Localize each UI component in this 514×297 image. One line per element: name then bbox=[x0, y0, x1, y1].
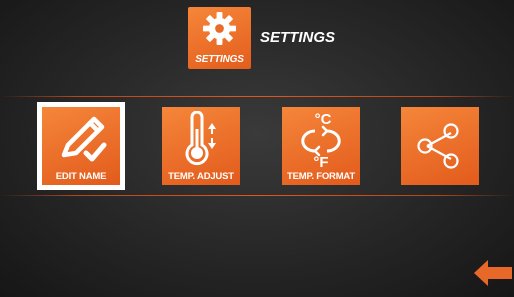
page-title: SETTINGS bbox=[260, 29, 336, 46]
temp-format-label: TEMP. FORMAT bbox=[287, 171, 355, 182]
top-divider bbox=[0, 96, 514, 97]
gear-icon bbox=[202, 11, 237, 46]
svg-text:°C: °C bbox=[315, 111, 332, 128]
temp-adjust-label: TEMP. ADJUST bbox=[168, 171, 234, 182]
back-arrow-icon bbox=[474, 260, 512, 286]
edit-name-label: EDIT NAME bbox=[55, 171, 107, 182]
settings-header-icon: SETTINGS bbox=[188, 7, 251, 69]
bottom-divider bbox=[0, 195, 514, 196]
share-button[interactable] bbox=[401, 107, 479, 185]
thermometer-icon bbox=[185, 111, 216, 166]
svg-text:°F: °F bbox=[313, 154, 328, 169]
temp-adjust-button[interactable]: TEMP. ADJUST bbox=[162, 107, 240, 185]
settings-icon-caption: SETTINGS bbox=[195, 54, 244, 65]
celsius-fahrenheit-icon: °C °F bbox=[301, 111, 341, 169]
pencil-check-icon bbox=[61, 116, 107, 162]
back-button[interactable] bbox=[472, 258, 512, 288]
edit-name-button[interactable]: EDIT NAME bbox=[37, 102, 125, 190]
temp-format-button[interactable]: °C °F TEMP. FORMAT bbox=[282, 107, 360, 185]
share-icon bbox=[417, 123, 459, 169]
